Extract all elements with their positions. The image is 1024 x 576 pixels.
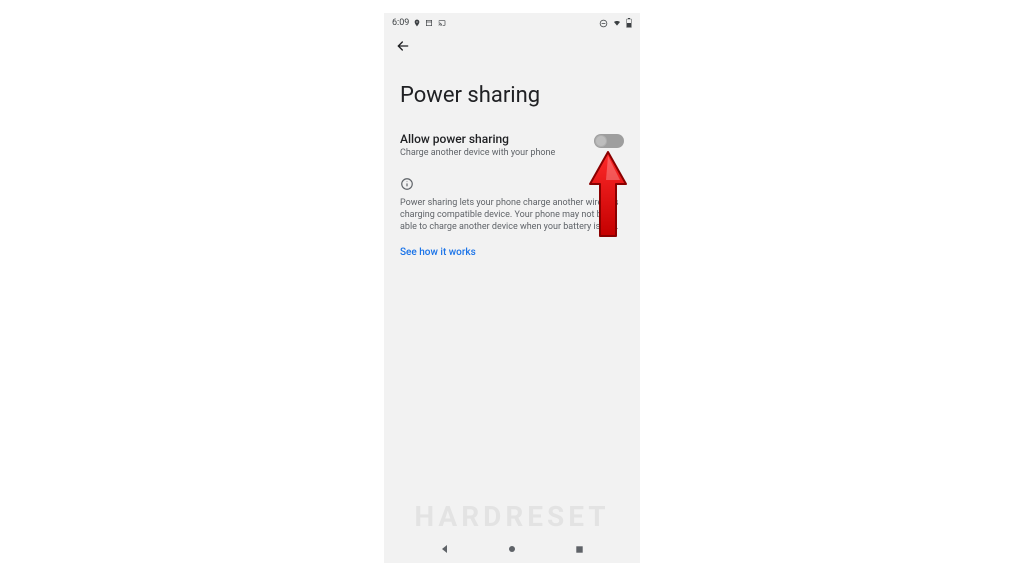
battery-icon <box>626 18 632 28</box>
watermark-text: HARDRESET <box>384 500 640 533</box>
wifi-icon <box>612 19 622 27</box>
status-left: 6:09 <box>392 18 447 28</box>
setting-title: Allow power sharing <box>400 132 586 146</box>
info-block: Power sharing lets your phone charge ano… <box>400 176 624 233</box>
info-text: Power sharing lets your phone charge ano… <box>400 197 624 233</box>
phone-frame: 6:09 Power s <box>384 13 640 563</box>
status-bar: 6:09 <box>384 13 640 31</box>
see-how-it-works-link[interactable]: See how it works <box>400 247 476 258</box>
setting-row-allow-power-sharing: Allow power sharing Charge another devic… <box>400 132 624 158</box>
page-title: Power sharing <box>400 83 624 108</box>
system-nav-bar <box>384 535 640 563</box>
content: Power sharing Allow power sharing Charge… <box>384 61 640 259</box>
location-icon <box>413 19 421 27</box>
status-right <box>599 18 632 28</box>
nav-home-button[interactable] <box>505 542 519 556</box>
status-time: 6:09 <box>392 18 409 28</box>
setting-text: Allow power sharing Charge another devic… <box>400 132 594 158</box>
power-sharing-toggle[interactable] <box>594 134 624 148</box>
dnd-icon <box>599 19 608 28</box>
back-button[interactable] <box>394 37 412 55</box>
info-icon <box>400 177 414 191</box>
cast-icon <box>437 19 447 27</box>
nav-back-button[interactable] <box>438 542 452 556</box>
nav-recent-button[interactable] <box>573 542 587 556</box>
setting-subtitle: Charge another device with your phone <box>400 148 586 158</box>
app-header <box>384 31 640 61</box>
calendar-icon <box>425 19 433 27</box>
